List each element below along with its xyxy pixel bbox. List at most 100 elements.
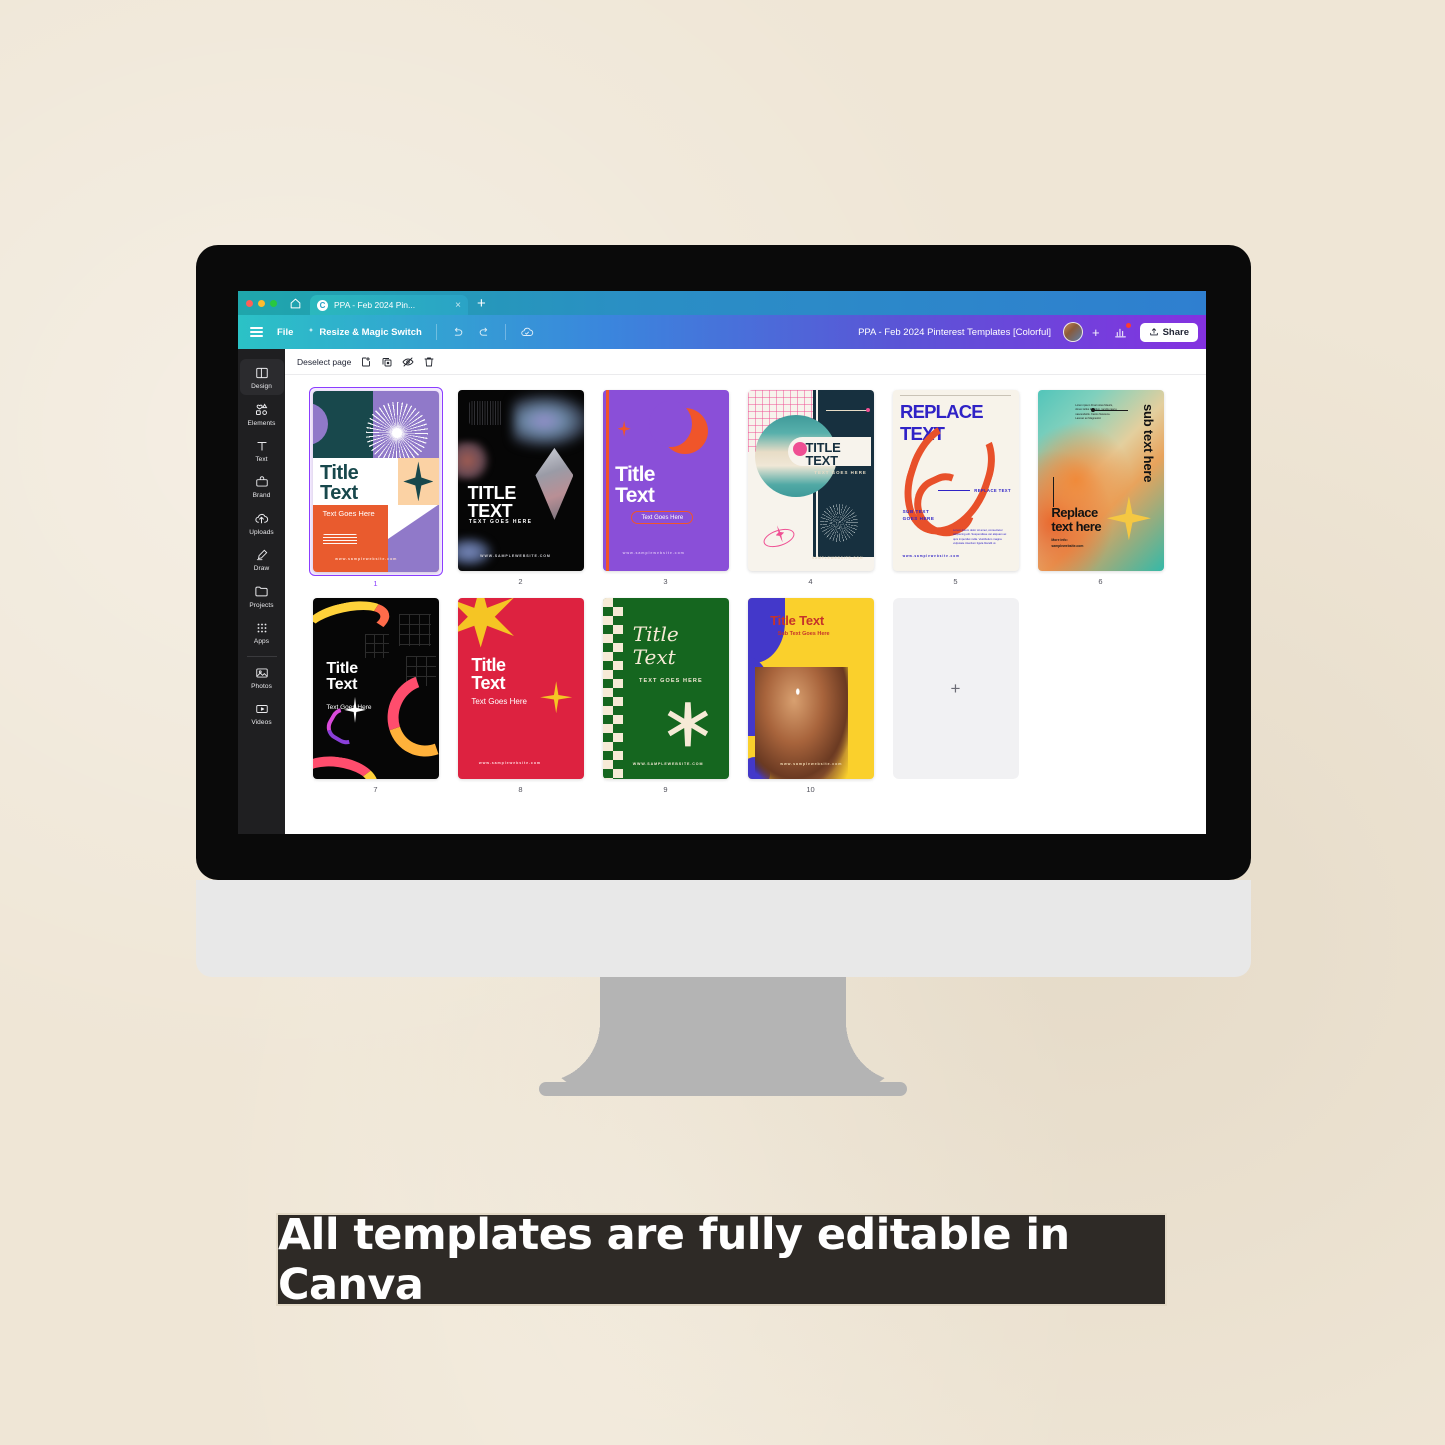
template-title: Title Text [326,660,358,694]
template-url: www.samplewebsite.com [622,550,685,555]
template-url: www.samplewebsite.com [902,554,960,559]
sidebar-item-photos[interactable]: Photos [240,659,284,695]
sidebar-item-elements[interactable]: Elements [240,395,284,432]
sidebar-item-design[interactable]: Design [239,359,284,395]
sidebar-item-label: Videos [251,719,272,726]
sidebar-item-text[interactable]: Text [240,432,284,468]
page-thumbnail-7[interactable]: Title Text Text Goes Here 7 [303,595,448,794]
template-subtitle: Text Goes Here [471,696,527,706]
sidebar-item-label: Apps [253,638,270,645]
page-thumbnail-8[interactable]: Title Text Text Goes Here www.samplewebs… [448,595,593,794]
new-tab-button[interactable]: + [468,291,495,315]
sidebar-item-uploads[interactable]: Uploads [240,504,284,541]
page-thumbnail-6[interactable]: Lorem ipsum Final notes Mauris, donec te… [1028,387,1173,588]
hamburger-icon[interactable] [250,327,263,337]
add-page-icon[interactable] [360,356,372,368]
page-number: 9 [663,785,668,794]
sidebar-divider [246,656,277,657]
resize-magic-switch-button[interactable]: Resize & Magic Switch [319,327,421,338]
template-subtitle: SUB TEXT GOES HERE [902,509,935,522]
sidebar-item-label: Text [255,456,268,463]
window-controls[interactable] [246,291,277,315]
page-thumbnail-5[interactable]: REPLACE TEXT REPLACE TEXT SUB TEXT GOES … [883,387,1028,588]
avatar[interactable] [1063,322,1083,342]
share-button[interactable]: Share [1139,322,1198,342]
page-thumbnail-9[interactable]: Title Text TEXT GOES HERE WWW.SAMPLEWEBS… [593,595,738,794]
caption-text: All templates are fully editable in Canv… [278,1209,1070,1310]
page-number: 1 [373,579,378,588]
close-window-button[interactable] [246,299,253,307]
sidebar-item-label: Design [251,383,272,390]
sidebar-item-label: Uploads [249,529,274,536]
insights-icon[interactable] [1109,322,1132,342]
page-number: 8 [518,785,523,794]
page-thumbnail-3[interactable]: Title Text Text Goes Here www.samplewebs… [593,387,738,588]
document-title: PPA - Feb 2024 Pinterest Templates [Colo… [858,326,1051,338]
template-subtitle: More info: samplewebsite.com [1051,538,1084,548]
template-subtitle: Sub Text Goes Here [777,631,830,638]
delete-page-icon[interactable] [423,356,435,368]
template-title: Title Text [471,654,506,693]
add-page-card[interactable]: + [883,595,1028,794]
template-title: TITLE TEXT [805,439,841,468]
sidebar-item-draw[interactable]: Draw [240,541,284,577]
page-thumbnail-2[interactable]: TITLE TEXT TEXT GOES HERE WWW.SAMPLEWEBS… [448,387,593,588]
hide-page-icon[interactable] [402,356,414,368]
sidebar-item-label: Photos [251,683,272,690]
pages-grid: Title Text Text Goes Here www.samplewebs… [285,375,1206,834]
redo-icon[interactable] [478,326,491,339]
template-title: Title Text [632,622,679,670]
template-art-6: Lorem ipsum Final notes Mauris, donec te… [1037,390,1164,571]
template-art-2: TITLE TEXT TEXT GOES HERE WWW.SAMPLEWEBS… [457,390,584,571]
page-thumbnail-4[interactable]: TITLE TEXT TEXT GOES HERE SAMPLEWEBSITE.… [738,387,883,588]
add-collaborator-button[interactable]: + [1091,325,1101,340]
monitor-chin [196,880,1251,977]
canva-favicon: C [317,299,328,311]
add-page-plus-icon[interactable]: + [892,598,1019,779]
template-title: Title Text [770,613,825,629]
close-tab-icon[interactable]: × [455,300,461,311]
screen: C PPA - Feb 2024 Pin... × + File Resize … [238,291,1206,834]
page-number: 7 [373,785,378,794]
template-art-9: Title Text TEXT GOES HERE WWW.SAMPLEWEBS… [602,598,729,779]
template-art-10: Title Text Sub Text Goes Here www.sample… [747,598,874,779]
duplicate-page-icon[interactable] [381,356,393,368]
sidebar-item-label: Projects [249,602,274,609]
sidebar-item-projects[interactable]: Projects [240,577,284,614]
toolbar-divider-1 [435,324,437,340]
page-thumbnail-10[interactable]: Title Text Sub Text Goes Here www.sample… [738,595,883,794]
browser-tab[interactable]: C PPA - Feb 2024 Pin... × [310,295,468,315]
browser-tabstrip: C PPA - Feb 2024 Pin... × + [238,291,1206,315]
cloud-saved-icon[interactable] [520,325,534,339]
sidebar-item-apps[interactable]: Apps [240,614,284,650]
page-number: 3 [663,577,668,586]
magic-wand-icon [307,327,315,337]
template-url: SAMPLEWEBSITE.COM [811,556,864,561]
template-url: www.samplewebsite.com [780,762,843,767]
deselect-page-button[interactable]: Deselect page [297,357,351,367]
template-subtitle: TEXT GOES HERE [814,470,867,476]
maximize-window-button[interactable] [270,299,277,307]
template-art-5: REPLACE TEXT REPLACE TEXT SUB TEXT GOES … [892,390,1019,571]
file-menu-button[interactable]: File [277,327,293,338]
template-subtitle: Text Goes Here [326,703,372,711]
page-number: 4 [808,577,813,586]
minimize-window-button[interactable] [258,299,265,307]
template-note: REPLACE TEXT [938,487,1011,493]
undo-icon[interactable] [451,326,464,339]
template-art-1: Title Text Text Goes Here www.samplewebs… [312,391,439,572]
caption-banner: All templates are fully editable in Canv… [276,1210,1167,1310]
sidebar-item-videos[interactable]: Videos [240,695,284,731]
sidebar-item-brand[interactable]: Brand [240,468,284,504]
canva-toolbar: File Resize & Magic Switch PPA - Feb 202… [238,315,1206,349]
template-subtitle: TEXT GOES HERE [639,678,703,685]
template-url: www.samplewebsite.com [335,557,398,562]
page-thumbnail-1[interactable]: Title Text Text Goes Here www.samplewebs… [303,387,448,588]
template-url: www.samplewebsite.com [478,760,542,765]
template-subtitle: TEXT GOES HERE [468,519,533,526]
home-icon[interactable] [289,291,302,315]
template-art-4: TITLE TEXT TEXT GOES HERE SAMPLEWEBSITE.… [747,390,874,571]
page-number: 6 [1098,577,1103,586]
toolbar-divider-2 [504,324,506,340]
monitor-stand-base [539,1082,907,1096]
